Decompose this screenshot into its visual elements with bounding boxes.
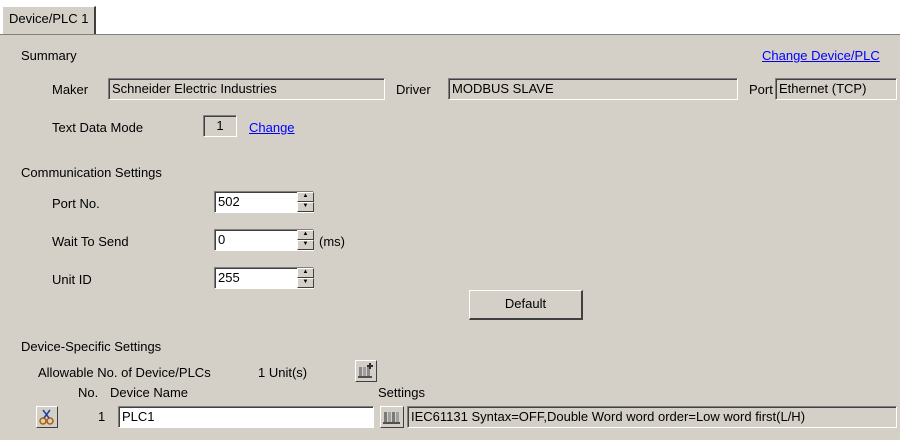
device-specific-settings-heading: Device-Specific Settings (21, 339, 162, 354)
port-no-label: Port No. (52, 196, 100, 211)
summary-heading: Summary (21, 48, 77, 63)
port-no-up-button[interactable]: ▲ (297, 192, 314, 202)
wait-to-send-up-button[interactable]: ▲ (297, 230, 314, 240)
text-data-mode-change-link[interactable]: Change (249, 120, 295, 135)
port-no-down-button[interactable]: ▼ (297, 202, 314, 212)
driver-field: MODBUS SLAVE (448, 78, 738, 100)
default-button[interactable]: Default (469, 290, 583, 320)
port-field: Ethernet (TCP) (775, 78, 897, 100)
column-device-name-header: Device Name (110, 385, 189, 400)
wait-to-send-spinbox[interactable]: 0 ▲ ▼ (214, 229, 314, 251)
change-device-plc-link[interactable]: Change Device/PLC (762, 48, 880, 63)
text-data-mode-field: 1 (203, 115, 237, 137)
maker-field: Schneider Electric Industries (108, 78, 385, 100)
unit-id-up-button[interactable]: ▲ (297, 268, 314, 278)
port-label: Port (749, 82, 773, 97)
tab-device-plc-1[interactable]: Device/PLC 1 (2, 6, 97, 34)
wait-to-send-unit: (ms) (319, 234, 345, 249)
unit-id-down-button[interactable]: ▼ (297, 278, 314, 288)
device-name-input[interactable]: PLC1 (118, 406, 374, 428)
device-settings-summary: IEC61131 Syntax=OFF,Double Word word ord… (407, 406, 897, 428)
column-no-header: No. (78, 385, 99, 400)
allowable-devices-value: 1 Unit(s) (258, 365, 308, 380)
add-device-icon[interactable] (355, 360, 377, 382)
cut-icon[interactable] (36, 406, 58, 428)
unit-id-spinbox[interactable]: 255 ▲ ▼ (214, 267, 314, 289)
text-data-mode-label: Text Data Mode (52, 120, 144, 135)
device-settings-icon[interactable] (380, 406, 404, 428)
communication-settings-heading: Communication Settings (21, 165, 162, 180)
wait-to-send-label: Wait To Send (52, 234, 129, 249)
allowable-devices-label: Allowable No. of Device/PLCs (38, 365, 211, 380)
wait-to-send-down-button[interactable]: ▼ (297, 240, 314, 250)
column-settings-header: Settings (378, 385, 425, 400)
port-no-spinbox[interactable]: 502 ▲ ▼ (214, 191, 314, 213)
device-row-no: 1 (98, 409, 106, 424)
driver-label: Driver (396, 82, 431, 97)
unit-id-label: Unit ID (52, 272, 92, 287)
tab-bar (0, 0, 900, 35)
maker-label: Maker (52, 82, 89, 97)
